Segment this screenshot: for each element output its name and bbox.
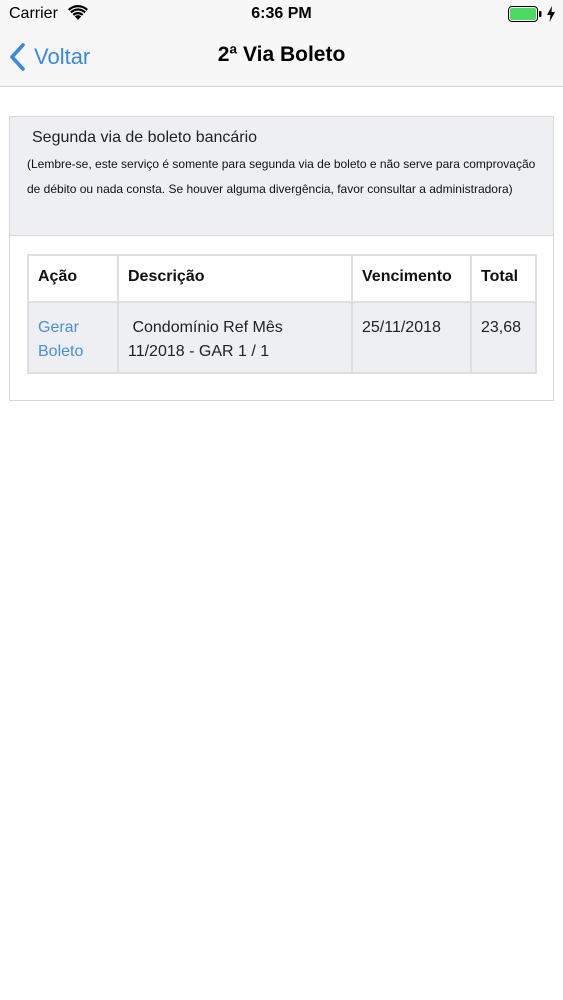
navigation-bar: Voltar 2ª Via Boleto bbox=[0, 28, 563, 87]
panel-note: (Lembre-se, este serviço é somente para … bbox=[27, 157, 536, 196]
column-header-total: Total bbox=[470, 254, 537, 303]
column-header-descricao: Descrição bbox=[117, 254, 353, 303]
status-bar: Carrier 6:36 PM bbox=[0, 0, 563, 28]
action-cell: Gerar Boleto bbox=[27, 301, 119, 374]
panel-header: Segunda via de boleto bancário (Lembre-s… bbox=[10, 117, 553, 236]
table-header-row: Ação Descrição Vencimento Total bbox=[27, 254, 537, 303]
column-header-vencimento: Vencimento bbox=[351, 254, 472, 303]
page-title: 2ª Via Boleto bbox=[217, 43, 346, 66]
battery-icon bbox=[508, 6, 542, 22]
gerar-boleto-link[interactable]: Gerar Boleto bbox=[38, 319, 83, 360]
due-date-cell: 25/11/2018 bbox=[351, 301, 472, 374]
table-row: Gerar Boleto Condomínio Ref Mês 11/2018 … bbox=[27, 301, 537, 374]
boleto-panel: Segunda via de boleto bancário (Lembre-s… bbox=[9, 116, 554, 401]
clock-time: 6:36 PM bbox=[251, 5, 312, 22]
panel-title: Segunda via de boleto bancário bbox=[32, 129, 258, 146]
column-header-acao: Ação bbox=[27, 254, 119, 303]
total-cell: 23,68 bbox=[470, 301, 537, 374]
description-cell: Condomínio Ref Mês 11/2018 - GAR 1 / 1 bbox=[117, 301, 353, 374]
boleto-table: Ação Descrição Vencimento Total Gerar Bo… bbox=[27, 254, 537, 374]
charging-bolt-icon bbox=[547, 6, 555, 22]
